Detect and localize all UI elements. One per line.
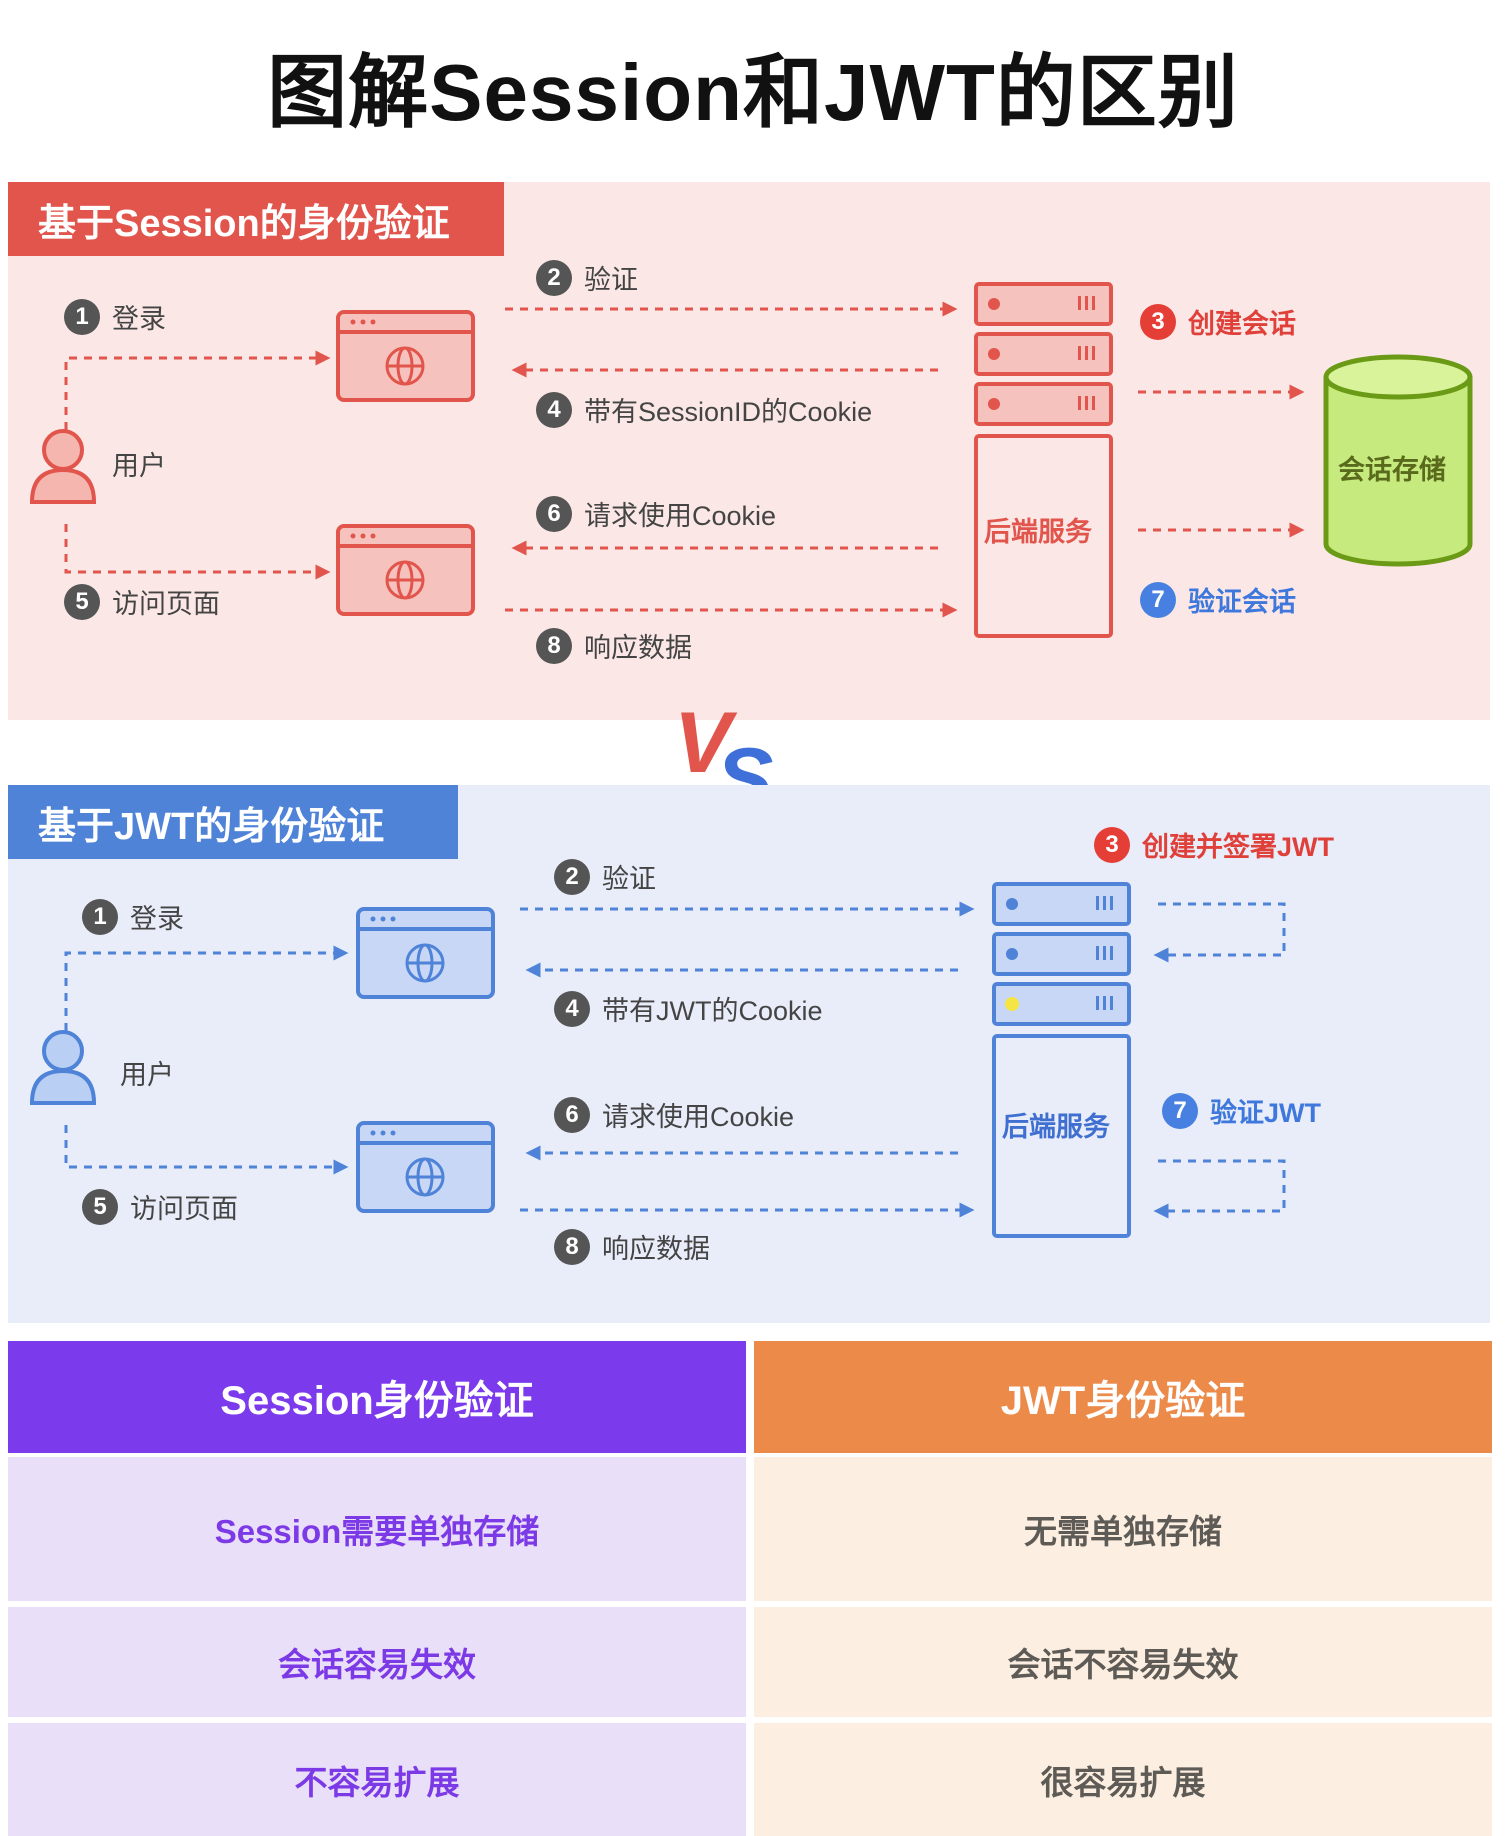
jwt-auth-panel: 基于JWT的身份验证 1 登录 用户 5 访问页面 2 验证 4 带有JWT的C…: [8, 785, 1490, 1323]
step-number-badge: 5: [64, 583, 100, 620]
user-to-login-line: [64, 350, 331, 430]
step-4-cookie: 4 带有SessionID的Cookie: [536, 390, 872, 429]
browser-window-icon: [356, 1121, 495, 1213]
browser-window-icon: [356, 907, 495, 999]
server-rack-icon: [992, 882, 1131, 1238]
step-number-badge: 2: [554, 858, 590, 895]
user-icon: [29, 429, 97, 504]
user-to-visit-line: [64, 524, 331, 580]
server-label: 后端服务: [984, 517, 1092, 547]
table-header-jwt: JWT身份验证: [754, 1341, 1492, 1453]
step-number-badge: 5: [82, 1188, 118, 1225]
step-5-visit-page: 5 访问页面: [82, 1187, 238, 1226]
session-store-label: 会话存储: [1338, 455, 1446, 485]
step-6-request: 6 请求使用Cookie: [536, 494, 776, 533]
step-6-request: 6 请求使用Cookie: [554, 1095, 794, 1134]
loop-verify-jwt: [1153, 1159, 1286, 1219]
user-label: 用户: [112, 451, 166, 481]
step-number-badge: 6: [554, 1096, 590, 1133]
server-label: 后端服务: [1002, 1112, 1110, 1142]
step-2-verify: 2 验证: [554, 857, 656, 896]
step-number-badge: 3: [1140, 303, 1176, 340]
step-number-badge: 3: [1094, 826, 1130, 863]
step-number-badge: 8: [536, 627, 572, 664]
browser-window-icon: [336, 524, 475, 616]
step-number-badge: 4: [554, 990, 590, 1027]
table-cell: Session需要单独存储: [8, 1457, 746, 1601]
step-number-badge: 1: [64, 298, 100, 335]
step-number-badge: 6: [536, 495, 572, 532]
session-flow-diagram: [29, 282, 1473, 638]
table-cell: 不容易扩展: [8, 1723, 746, 1836]
step-2-verify: 2 验证: [536, 258, 638, 297]
step-number-badge: 8: [554, 1228, 590, 1265]
jwt-flow-diagram: [29, 882, 1286, 1238]
user-icon: [29, 1030, 97, 1105]
table-cell: 会话容易失效: [8, 1607, 746, 1717]
table-cell: 很容易扩展: [754, 1723, 1492, 1836]
user-to-login-line: [64, 945, 349, 1031]
step-7-verify-jwt: 7 验证JWT: [1162, 1091, 1321, 1130]
step-5-visit-page: 5 访问页面: [64, 582, 220, 621]
table-header-session: Session身份验证: [8, 1341, 746, 1453]
step-number-badge: 1: [82, 898, 118, 935]
step-3-create-sign-jwt: 3 创建并签署JWT: [1094, 825, 1334, 864]
server-rack-icon: [974, 282, 1113, 638]
page-title: 图解Session和JWT的区别: [267, 48, 1239, 137]
table-cell: 会话不容易失效: [754, 1607, 1492, 1717]
user-label: 用户: [120, 1060, 174, 1090]
table-cell: 无需单独存储: [754, 1457, 1492, 1601]
step-1-login: 1 登录: [64, 297, 166, 336]
loop-create-jwt: [1153, 902, 1286, 963]
step-number-badge: 7: [1162, 1092, 1198, 1129]
step-7-verify-session: 7 验证会话: [1140, 580, 1296, 619]
session-auth-panel: 基于Session的身份验证 1 登录 用户 5 访问页面 2 验证 4 带有S…: [8, 182, 1490, 720]
step-1-login: 1 登录: [82, 897, 184, 936]
step-number-badge: 7: [1140, 581, 1176, 618]
step-3-create-session: 3 创建会话: [1140, 302, 1296, 341]
step-8-response: 8 响应数据: [536, 626, 692, 665]
step-number-badge: 4: [536, 391, 572, 428]
user-to-visit-line: [64, 1125, 349, 1175]
step-8-response: 8 响应数据: [554, 1227, 710, 1266]
step-number-badge: 2: [536, 259, 572, 296]
browser-window-icon: [336, 310, 475, 402]
step-4-cookie: 4 带有JWT的Cookie: [554, 989, 823, 1028]
